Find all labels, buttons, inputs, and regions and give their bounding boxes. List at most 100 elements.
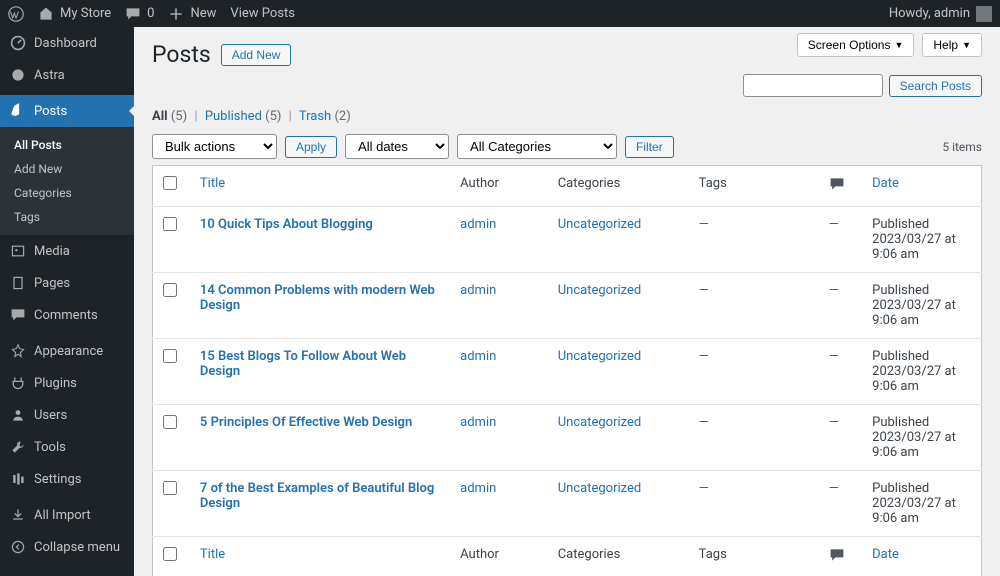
menu-users[interactable]: Users xyxy=(0,399,134,431)
col-tags: Tags xyxy=(689,537,819,576)
view-posts-link[interactable]: View Posts xyxy=(230,6,295,21)
menu-appearance[interactable]: Appearance xyxy=(0,335,134,367)
filter-button[interactable]: Filter xyxy=(625,136,674,158)
comment-icon xyxy=(829,176,845,192)
menu-label: Astra xyxy=(34,68,65,83)
menu-dashboard[interactable]: Dashboard xyxy=(0,27,134,59)
screen-options-button[interactable]: Screen Options ▼ xyxy=(797,33,915,57)
menu-media[interactable]: Media xyxy=(0,235,134,267)
comment-icon xyxy=(829,547,845,563)
apply-bulk-button[interactable]: Apply xyxy=(285,136,337,158)
col-date[interactable]: Date xyxy=(872,547,899,562)
search-input[interactable] xyxy=(743,74,883,97)
menu-label: Pages xyxy=(34,276,70,291)
post-author-link[interactable]: admin xyxy=(460,283,496,298)
posts-submenu: All Posts Add New Categories Tags xyxy=(0,127,134,235)
help-button[interactable]: Help ▼ xyxy=(922,33,982,57)
posts-table: Title Author Categories Tags Date 10 Qui… xyxy=(152,165,982,576)
col-categories: Categories xyxy=(548,537,689,576)
submenu-tags[interactable]: Tags xyxy=(0,205,134,229)
post-title-link[interactable]: 14 Common Problems with modern Web Desig… xyxy=(200,283,435,313)
category-filter-select[interactable]: All Categories xyxy=(457,134,617,159)
select-all-checkbox[interactable] xyxy=(163,176,177,190)
site-name-link[interactable]: My Store xyxy=(38,6,111,22)
post-category-link[interactable]: Uncategorized xyxy=(558,217,641,232)
filter-published[interactable]: Published xyxy=(205,109,262,124)
submenu-all-posts[interactable]: All Posts xyxy=(0,133,134,157)
menu-comments[interactable]: Comments xyxy=(0,299,134,331)
menu-plugins[interactable]: Plugins xyxy=(0,367,134,399)
avatar xyxy=(976,6,992,22)
status-filters: All (5) | Published (5) | Trash (2) xyxy=(152,109,982,124)
menu-label: All Import xyxy=(34,508,91,523)
submenu-categories[interactable]: Categories xyxy=(0,181,134,205)
col-title[interactable]: Title xyxy=(200,547,225,562)
post-title-link[interactable]: 10 Quick Tips About Blogging xyxy=(200,217,373,232)
post-author-link[interactable]: admin xyxy=(460,415,496,430)
col-comments[interactable] xyxy=(819,166,862,207)
menu-all-import[interactable]: All Import xyxy=(0,499,134,531)
col-author: Author xyxy=(450,166,548,207)
filter-all[interactable]: All xyxy=(152,109,168,124)
post-status: Published xyxy=(872,415,929,430)
post-title-link[interactable]: 5 Principles Of Effective Web Design xyxy=(200,415,412,430)
post-status: Published xyxy=(872,283,929,298)
date-filter-select[interactable]: All dates xyxy=(345,134,449,159)
post-category-link[interactable]: Uncategorized xyxy=(558,481,641,496)
post-date: 2023/03/27 at 9:06 am xyxy=(872,496,956,526)
comments-link[interactable]: 0 xyxy=(125,6,154,22)
menu-tools[interactable]: Tools xyxy=(0,431,134,463)
post-comments: — xyxy=(829,481,839,496)
menu-pages[interactable]: Pages xyxy=(0,267,134,299)
row-checkbox[interactable] xyxy=(163,349,177,363)
wp-logo[interactable] xyxy=(8,6,24,22)
collapse-menu[interactable]: Collapse menu xyxy=(0,531,134,563)
row-checkbox[interactable] xyxy=(163,283,177,297)
post-comments: — xyxy=(829,283,839,298)
menu-label: Comments xyxy=(34,308,98,323)
row-checkbox[interactable] xyxy=(163,415,177,429)
filter-trash[interactable]: Trash xyxy=(299,109,331,124)
col-title[interactable]: Title xyxy=(200,176,225,191)
menu-astra[interactable]: Astra xyxy=(0,59,134,91)
search-posts-button[interactable]: Search Posts xyxy=(889,75,982,97)
menu-label: Media xyxy=(34,244,70,259)
table-row: 7 of the Best Examples of Beautiful Blog… xyxy=(153,471,982,537)
col-date[interactable]: Date xyxy=(872,176,899,191)
post-date: 2023/03/27 at 9:06 am xyxy=(872,364,956,394)
post-author-link[interactable]: admin xyxy=(460,217,496,232)
new-label: New xyxy=(190,6,216,21)
post-date: 2023/03/27 at 9:06 am xyxy=(872,430,956,460)
post-comments: — xyxy=(829,415,839,430)
row-checkbox[interactable] xyxy=(163,481,177,495)
comments-count: 0 xyxy=(147,6,154,21)
post-author-link[interactable]: admin xyxy=(460,349,496,364)
select-all-checkbox-bottom[interactable] xyxy=(163,547,177,561)
bulk-actions-select[interactable]: Bulk actions xyxy=(152,134,277,159)
post-title-link[interactable]: 7 of the Best Examples of Beautiful Blog… xyxy=(200,481,434,511)
new-content-link[interactable]: New xyxy=(168,6,216,22)
account-link[interactable]: Howdy, admin xyxy=(889,6,992,22)
menu-label: Dashboard xyxy=(34,36,97,51)
col-author: Author xyxy=(450,537,548,576)
post-status: Published xyxy=(872,481,929,496)
post-comments: — xyxy=(829,349,839,364)
menu-posts[interactable]: Posts xyxy=(0,95,134,127)
admin-toolbar: My Store 0 New View Posts Howdy, admin xyxy=(0,0,1000,27)
post-category-link[interactable]: Uncategorized xyxy=(558,349,641,364)
table-row: 5 Principles Of Effective Web Design adm… xyxy=(153,405,982,471)
howdy-text: Howdy, admin xyxy=(889,6,970,21)
site-name: My Store xyxy=(60,6,111,21)
post-author-link[interactable]: admin xyxy=(460,481,496,496)
post-category-link[interactable]: Uncategorized xyxy=(558,283,641,298)
submenu-add-new[interactable]: Add New xyxy=(0,157,134,181)
post-category-link[interactable]: Uncategorized xyxy=(558,415,641,430)
menu-label: Tools xyxy=(34,440,66,455)
menu-settings[interactable]: Settings xyxy=(0,463,134,495)
post-tags: — xyxy=(699,217,709,232)
row-checkbox[interactable] xyxy=(163,217,177,231)
col-categories: Categories xyxy=(548,166,689,207)
add-new-button[interactable]: Add New xyxy=(221,44,292,66)
post-title-link[interactable]: 15 Best Blogs To Follow About Web Design xyxy=(200,349,406,379)
col-comments[interactable] xyxy=(819,537,862,576)
